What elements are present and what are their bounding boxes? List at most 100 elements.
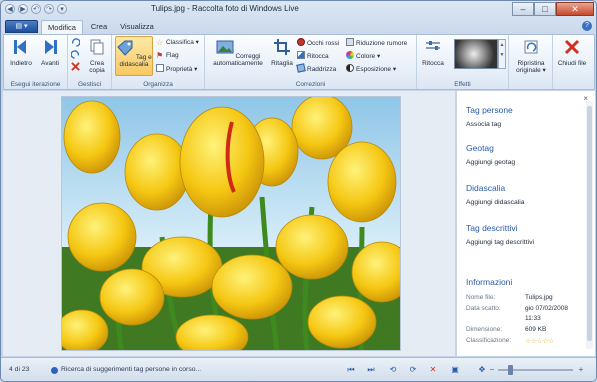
red-eye-icon [297,38,305,46]
panel-scrollbar[interactable] [586,101,593,349]
proprieta-label: Proprietà [166,66,193,73]
info-row-size: Dimensione: 609 KB [466,326,592,333]
back-arrow-icon [14,40,26,54]
help-icon[interactable]: ? [582,21,592,31]
exposure-icon [346,64,354,72]
auto-adjust-icon [216,40,234,54]
info-value: 11:33 [525,315,541,322]
rotate-left-icon[interactable] [71,38,80,47]
close-window-button[interactable]: ✕ [556,2,594,16]
group-label: Correzioni [295,81,326,88]
rotate-right-status-icon[interactable]: ⟳ [406,363,420,377]
revert-icon [524,40,538,54]
aggiungi-geotag-link[interactable]: Aggiungi geotag [466,159,515,166]
info-value: Tulips.jpg [525,294,553,301]
app-menu-arrow: ▾ [24,23,28,30]
aggiungi-tag-descrittivi-link[interactable]: Aggiungi tag descrittivi [466,239,534,246]
delete-icon[interactable] [71,62,80,71]
close-file-icon [564,39,580,55]
last-photo-icon[interactable]: ⏭ [364,363,378,377]
straighten-icon [296,63,306,73]
customize-icon[interactable]: ▾ [57,4,67,14]
forward-icon[interactable]: ▶ [18,4,28,14]
star-icon: ☆ [156,38,164,47]
zoom-in-icon[interactable]: + [574,363,588,377]
app-menu-button[interactable]: ▤ ▾ [5,20,38,33]
tab-crea[interactable]: Crea [85,20,113,34]
tulips-photo[interactable] [61,96,401,351]
ritaglia-label: Ritaglia [271,60,293,67]
forward-button[interactable]: Avanti [37,38,63,67]
quick-access-toolbar: ◀ ▶ ↶ ↷ ▾ [5,4,67,14]
rotate-right-icon[interactable] [71,50,80,59]
tab-visualizza[interactable]: Visualizza [117,20,157,34]
item-count: 4 di 23 [9,366,30,373]
ritocca-button[interactable]: Ritocca [297,51,329,61]
classifica-button[interactable]: ☆ Classifica ▾ [156,38,199,48]
forward-label: Avanti [41,60,59,67]
ribbon: Indietro Avanti Esegui iterazione Crea c… [3,34,595,90]
raddrizza-label: Raddrizza [307,66,337,73]
occhi-rossi-button[interactable]: Occhi rossi [297,38,339,48]
tag-didascalia-button[interactable]: Tag e didascalia [115,36,153,76]
retouch-icon [297,51,305,59]
scroll-thumb[interactable] [587,106,592,341]
undo-icon[interactable]: ↶ [31,4,41,14]
noise-reduction-icon [346,38,354,46]
group-organizza: Tag e didascalia ☆ Classifica ▾ ⚑ Flag Pro… [112,35,205,89]
rotate-left-status-icon[interactable]: ⟲ [386,363,400,377]
minimize-button[interactable]: – [512,2,534,16]
zoom-slider-knob[interactable] [508,365,513,375]
tulips-image [62,97,400,350]
info-row-filename: Nome file: Tulips.jpg [466,294,592,301]
group-label: Esegui iterazione [10,81,61,88]
group-label: Gestisci [77,81,102,88]
associa-tag-link[interactable]: Associa tag [466,121,501,128]
flag-button[interactable]: ⚑ Flag [156,51,179,61]
proprieta-button[interactable]: Proprietà ▾ [156,64,197,74]
riduzione-rumore-button[interactable]: Riduzione rumore [346,38,407,48]
ripristina-originale-button[interactable]: Ripristina originale ▾ [511,38,551,74]
crea-copia-label: Crea copia [89,60,105,74]
status-bar: 4 di 23 Ricerca di suggerimenti tag pers… [1,357,596,381]
progress-icon [51,367,58,374]
informazioni-heading: Informazioni [466,277,513,287]
back-icon[interactable]: ◀ [5,4,15,14]
zoom-slider[interactable] [498,365,573,375]
ritaglia-button[interactable]: Ritaglia [269,38,295,67]
forward-arrow-icon [45,40,57,54]
tab-modifica[interactable]: Modifica [41,20,83,34]
properties-icon [156,64,164,72]
effetti-ritocca-button[interactable]: Ritocca [419,38,447,67]
esposizione-button[interactable]: Esposizione ▾ [346,64,396,74]
back-button[interactable]: Indietro [8,38,34,67]
zoom-out-icon[interactable]: − [485,363,499,377]
raddrizza-button[interactable]: Raddrizza [296,63,337,74]
didascalia-heading: Didascalia [466,183,506,193]
crop-icon [274,39,290,55]
occhi-rossi-label: Occhi rossi [307,40,340,47]
group-label: Organizza [143,81,173,88]
effect-gallery-scroll[interactable]: ▲ ▼ [498,39,506,69]
geotag-heading: Geotag [466,143,494,153]
color-icon [346,51,354,59]
esposizione-label: Esposizione [356,66,392,73]
slideshow-icon[interactable]: ▣ [448,363,462,377]
chiudi-file-label: Chiudi file [557,60,587,67]
effect-thumbnail[interactable] [454,39,498,69]
tag-descrittivi-heading: Tag descrittivi [466,223,518,233]
correggi-button[interactable]: Correggi automaticamente [209,38,267,67]
info-row-date: Data scatto: gio 07/02/2008 [466,305,592,312]
ribbon-tabs: ▤ ▾ Modifica Crea Visualizza ? [1,19,596,34]
crea-copia-button[interactable]: Crea copia [83,38,111,74]
colore-button[interactable]: Colore ▾ [346,51,380,61]
delete-status-icon[interactable]: ✕ [426,363,440,377]
info-panel: × Tag persone Associa tag Geotag Aggiung… [456,91,595,356]
maximize-button[interactable]: □ [534,2,556,16]
aggiungi-didascalia-link[interactable]: Aggiungi didascalia [466,199,525,206]
rating-stars[interactable]: ☆☆☆☆☆ [525,337,554,345]
group-esegui-iterazione: Indietro Avanti Esegui iterazione [4,35,68,89]
chiudi-file-button[interactable]: Chiudi file [555,38,589,67]
redo-icon[interactable]: ↷ [44,4,54,14]
first-photo-icon[interactable]: ⏮ [344,363,358,377]
